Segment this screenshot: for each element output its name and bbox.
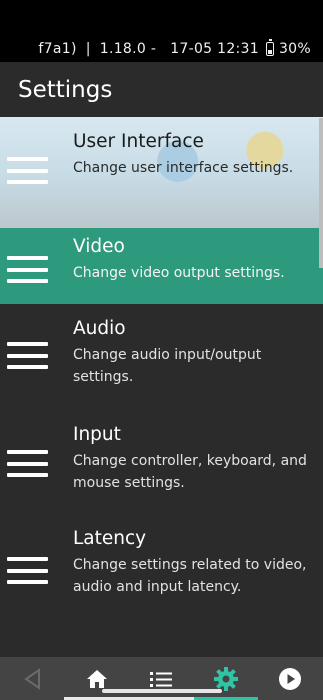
- menu-icon: [7, 557, 48, 584]
- status-separator: |: [85, 41, 91, 57]
- settings-item-user-interface[interactable]: User Interface Change user interface set…: [0, 117, 323, 228]
- home-button[interactable]: [67, 657, 127, 700]
- settings-item-description: Change video output settings.: [73, 265, 285, 281]
- menu-icon: [7, 256, 48, 283]
- settings-item-title: Audio: [73, 318, 126, 339]
- battery-icon: [265, 39, 274, 56]
- play-button[interactable]: [260, 657, 320, 700]
- settings-item-description: Change audio input/output settings.: [73, 347, 262, 385]
- settings-item-input[interactable]: Input Change controller, keyboard, and m…: [0, 410, 323, 514]
- settings-item-audio[interactable]: Audio Change audio input/output settings…: [0, 304, 323, 410]
- settings-item-video[interactable]: Video Change video output settings.: [0, 228, 323, 304]
- settings-list[interactable]: User Interface Change user interface set…: [0, 117, 323, 657]
- bottom-nav: [0, 657, 323, 700]
- scrollbar[interactable]: [319, 118, 323, 268]
- settings-item-description: Change user interface settings.: [73, 160, 294, 176]
- menu-icon: [7, 157, 48, 184]
- battery-level: 30%: [278, 41, 311, 57]
- status-version: 1.18.0 -: [99, 41, 157, 57]
- settings-item-title: Latency: [73, 528, 147, 549]
- page-header: Settings: [0, 62, 323, 117]
- settings-button[interactable]: [196, 657, 256, 700]
- settings-item-title: Input: [73, 424, 121, 445]
- list-button[interactable]: [131, 657, 191, 700]
- settings-item-description: Change controller, keyboard, and mouse s…: [73, 453, 307, 491]
- list-icon: [150, 671, 172, 687]
- settings-item-latency[interactable]: Latency Change settings related to video…: [0, 514, 323, 644]
- settings-item-title: User Interface: [73, 131, 204, 152]
- settings-item-title: Video: [73, 236, 125, 257]
- status-bar: f7a1) | 1.18.0 - 17-05 12:31 30%: [0, 0, 323, 62]
- status-id: f7a1): [38, 41, 77, 57]
- settings-item-description: Change settings related to video, audio …: [73, 557, 307, 595]
- gesture-handle[interactable]: [102, 689, 222, 693]
- menu-icon: [7, 342, 48, 369]
- page-title: Settings: [18, 76, 113, 103]
- gear-icon: [214, 666, 238, 691]
- menu-icon: [7, 450, 48, 477]
- home-icon: [87, 669, 107, 688]
- status-line: f7a1) | 1.18.0 - 17-05 12:31 30%: [0, 38, 323, 60]
- play-icon: [279, 667, 301, 690]
- status-datetime: 17-05 12:31: [170, 41, 259, 57]
- back-button[interactable]: [3, 657, 63, 700]
- back-icon: [24, 667, 40, 690]
